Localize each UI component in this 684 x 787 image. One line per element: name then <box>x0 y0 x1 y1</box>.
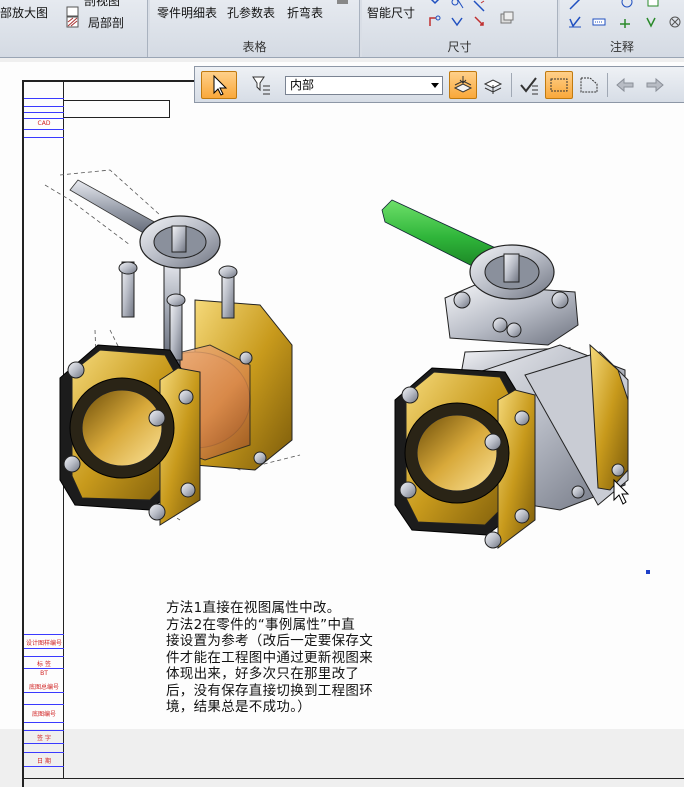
check-icon <box>520 77 538 95</box>
filter-icon <box>252 76 270 95</box>
drawing-note[interactable]: 方法1直接在视图属性中改。 方法2在零件的“事例属性”中直 接设置为参考（改后一… <box>166 600 446 716</box>
chevron-down-icon[interactable] <box>428 77 442 94</box>
layer-button[interactable] <box>449 71 477 99</box>
layer-move-button[interactable] <box>479 71 507 99</box>
note-line: 方法1直接在视图属性中改。 <box>166 600 341 616</box>
valve-section-view[interactable] <box>44 169 301 526</box>
back-button[interactable] <box>611 71 639 99</box>
toolbar-separator <box>511 73 512 97</box>
arrow-right-icon <box>646 77 664 93</box>
selection-toolbar: 内部 <box>194 66 684 103</box>
anchor-point-marker <box>646 570 650 574</box>
note-line: 后，没有保存直接切换到工程图环 <box>166 682 373 699</box>
layer-select-value: 内部 <box>290 78 315 92</box>
note-line: 体现出来，好多次只在那里改了 <box>166 666 360 682</box>
note-line: 方法2在零件的“事例属性”中直 <box>166 616 356 633</box>
valve-shaded-view[interactable] <box>381 199 629 550</box>
check-button[interactable] <box>515 71 543 99</box>
note-line: 境，结果总是不成功。） <box>166 699 312 715</box>
rectangle-select-icon <box>550 78 568 92</box>
cursor-icon <box>213 74 228 96</box>
forward-button[interactable] <box>641 71 669 99</box>
layer-move-icon <box>483 79 503 94</box>
arrow-left-icon <box>616 77 634 93</box>
rect-select-button[interactable] <box>545 71 573 99</box>
note-line: 接设置为参考（改后一定要保存文 <box>166 633 373 649</box>
note-line: 件才能在工程图中通过更新视图来 <box>166 649 373 666</box>
layer-icon <box>453 76 473 93</box>
lasso-select-icon <box>580 77 598 93</box>
lasso-select-button[interactable] <box>575 71 603 99</box>
layer-select[interactable]: 内部 <box>285 76 443 95</box>
filter-button[interactable] <box>247 71 275 99</box>
toolbar-separator <box>607 73 608 97</box>
select-tool-button[interactable] <box>201 71 237 99</box>
